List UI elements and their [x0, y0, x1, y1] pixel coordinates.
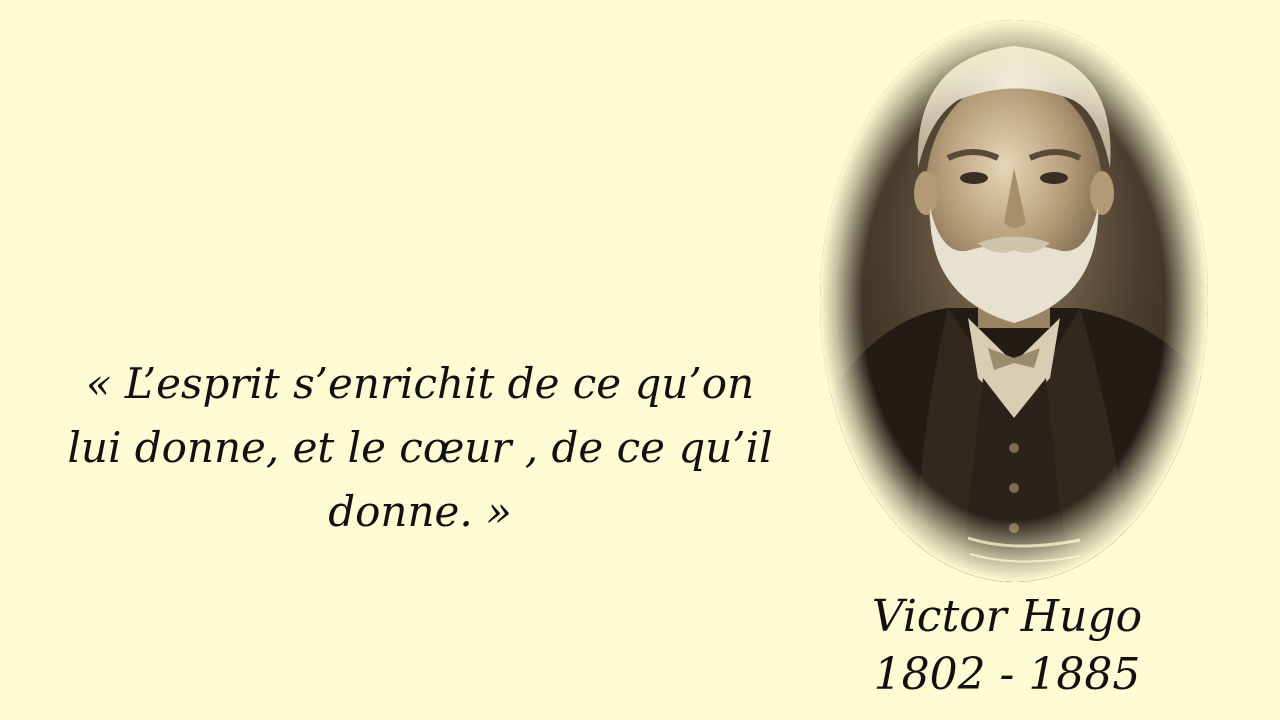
quote-text: « L’esprit s’enrichit de ce qu’on lui do… [40, 352, 800, 544]
author-portrait [818, 18, 1210, 584]
quote-line-1: « L’esprit s’enrichit de ce qu’on [85, 359, 755, 408]
portrait-image [820, 20, 1208, 582]
quote-slide: « L’esprit s’enrichit de ce qu’on lui do… [0, 0, 1280, 720]
author-dates: 1802 - 1885 [873, 649, 1141, 700]
author-caption: Victor Hugo 1802 - 1885 [820, 588, 1194, 704]
quote-line-2: lui donne, et le cœur , de ce qu’il [67, 423, 773, 472]
author-name: Victor Hugo [871, 591, 1143, 642]
quote-line-3: donne. » [328, 487, 512, 536]
